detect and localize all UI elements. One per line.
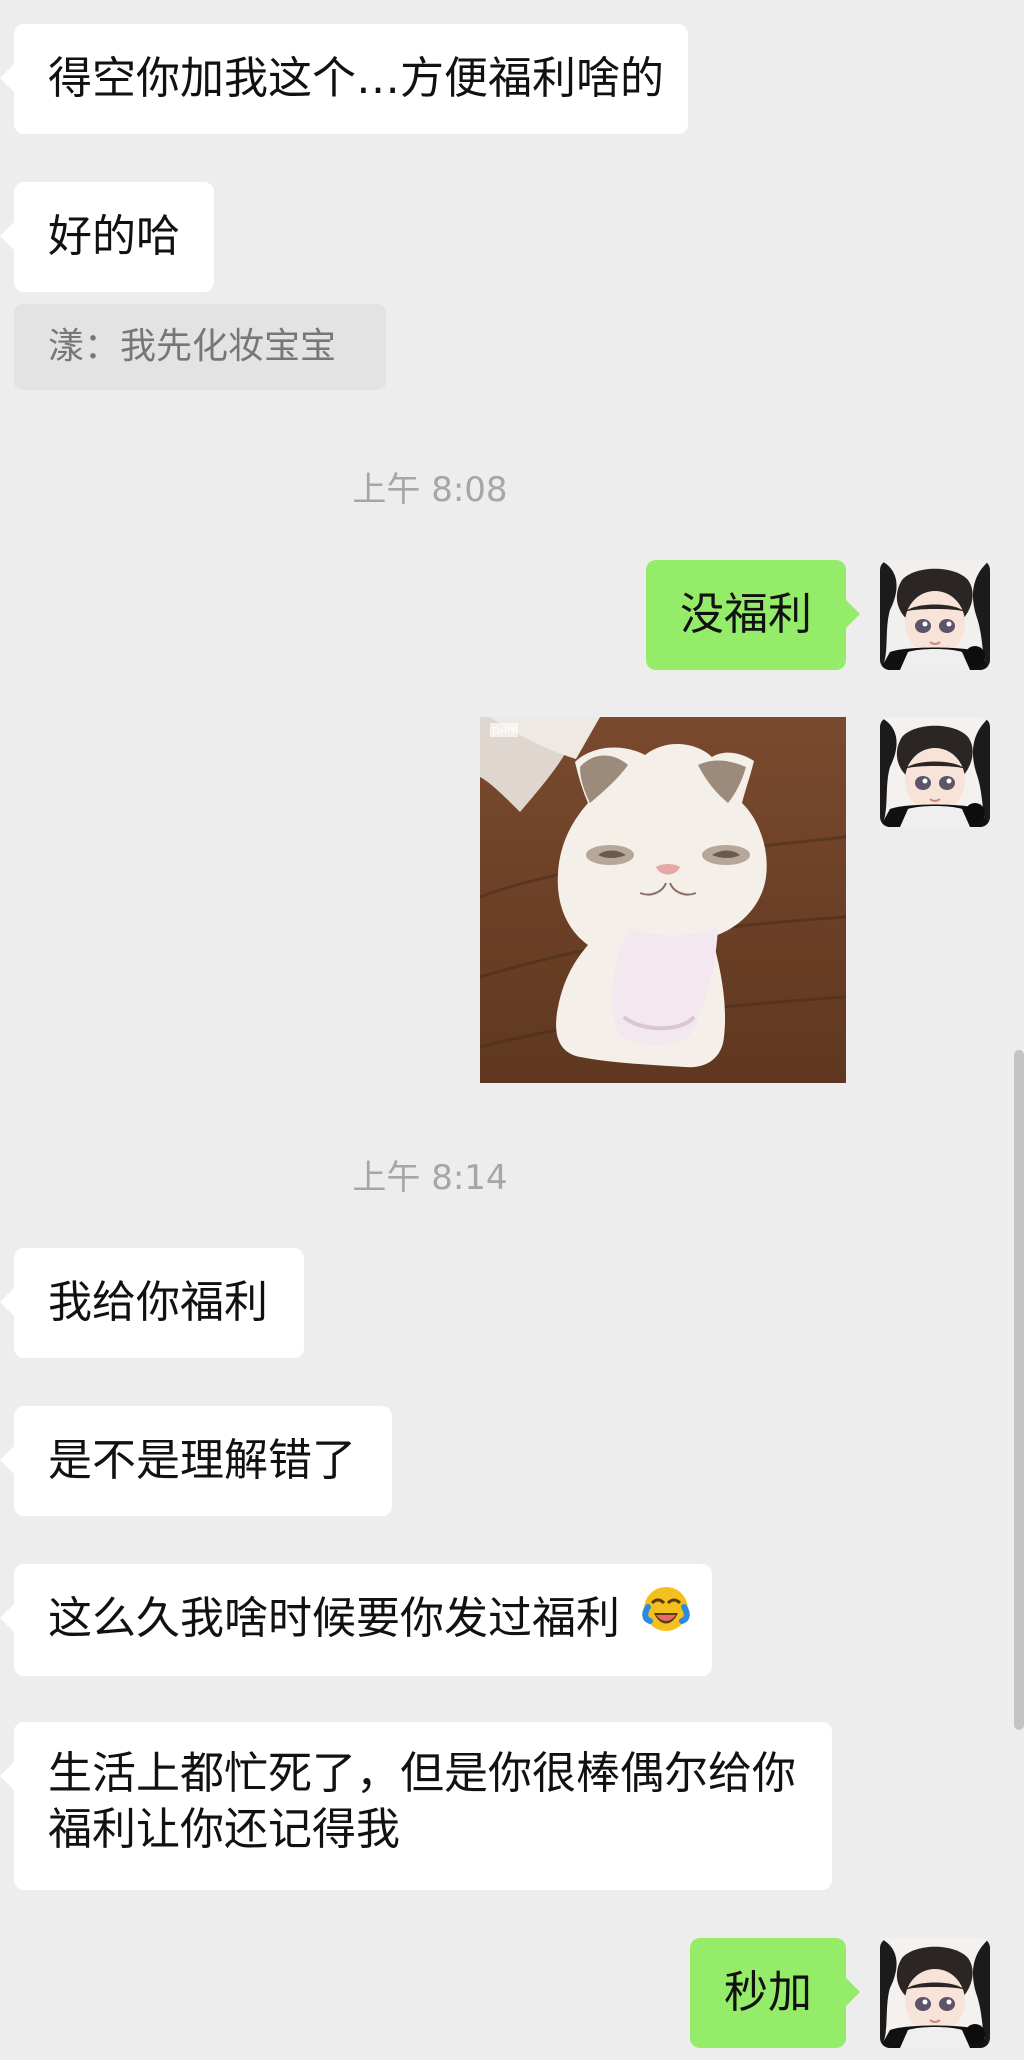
timestamp: 上午 8:08 <box>352 470 508 510</box>
outgoing-image-message[interactable]: DHH <box>480 717 846 1083</box>
outgoing-message-bubble[interactable]: 秒加 <box>690 1938 860 2048</box>
incoming-message-bubble[interactable]: 这么久我啥时候要你发过福利 <box>0 1564 712 1676</box>
incoming-message-bubble[interactable]: 我给你福利 <box>0 1248 304 1358</box>
message-text: 得空你加我这个…方便福利啥的 <box>48 53 664 104</box>
message-text: 我给你福利 <box>48 1277 268 1328</box>
message-text: 好的哈 <box>48 211 180 262</box>
user-avatar[interactable] <box>880 1938 990 2048</box>
user-avatar[interactable] <box>880 560 990 670</box>
quoted-reply-text: 漾：我先化妆宝宝 <box>48 326 337 367</box>
message-text: 没福利 <box>680 589 812 640</box>
timestamp: 上午 8:14 <box>352 1158 508 1198</box>
quoted-reply[interactable]: 漾：我先化妆宝宝 <box>14 304 386 390</box>
message-text: 这么久我啥时候要你发过福利 <box>48 1593 620 1644</box>
outgoing-message-bubble[interactable]: 没福利 <box>646 560 860 670</box>
message-text: 生活上都忙死了，但是你很棒偶尔给你福利让你还记得我 <box>48 1748 796 1855</box>
message-text: 秒加 <box>724 1967 812 2018</box>
message-text: 是不是理解错了 <box>48 1435 356 1486</box>
image-watermark: DHH <box>492 726 515 737</box>
chat-scrollbar[interactable] <box>1014 1050 1024 1730</box>
incoming-message-bubble[interactable]: 得空你加我这个…方便福利啥的 <box>0 24 688 134</box>
user-avatar[interactable] <box>880 717 990 827</box>
laughing-crying-emoji-icon <box>640 1566 692 1676</box>
incoming-message-bubble[interactable]: 生活上都忙死了，但是你很棒偶尔给你福利让你还记得我 <box>0 1722 832 1890</box>
incoming-message-bubble[interactable]: 好的哈 <box>0 182 214 292</box>
incoming-message-bubble[interactable]: 是不是理解错了 <box>0 1406 392 1516</box>
